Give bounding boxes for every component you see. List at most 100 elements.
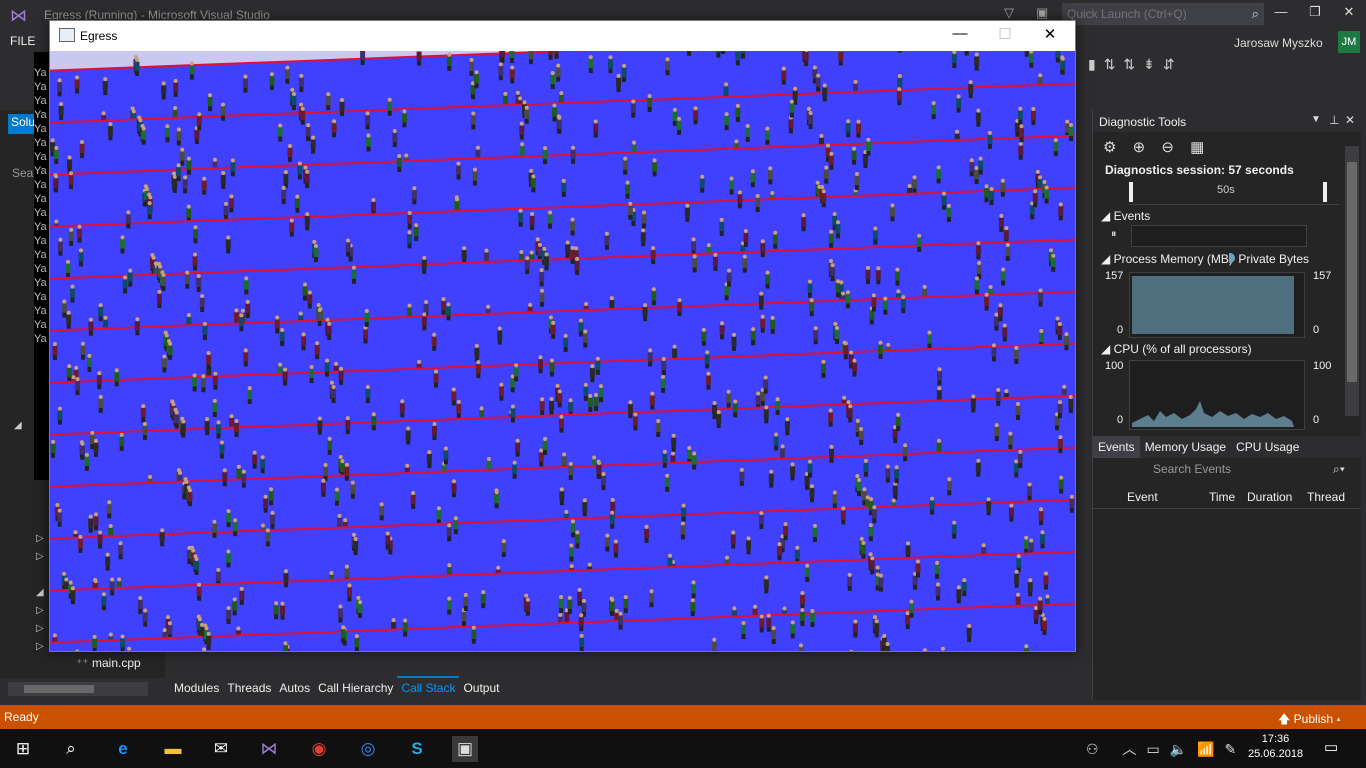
quick-launch-input[interactable]: [1063, 4, 1241, 24]
vs-close-button[interactable]: ✕: [1334, 4, 1364, 24]
debug-toolbar-icons[interactable]: ▮⇅⇅⇟⇵: [1088, 56, 1183, 73]
quick-launch-box[interactable]: ⌕: [1062, 3, 1264, 25]
egress-maximize-button[interactable]: ☐: [985, 25, 1025, 47]
person-figure: [750, 327, 756, 346]
column-event[interactable]: Event: [1127, 490, 1158, 504]
person-figure: [345, 416, 351, 435]
search-events-icon[interactable]: ⌕▾: [1333, 462, 1345, 477]
system-tray-icons[interactable]: ⚇ ︿▭🔈📶✎: [1086, 739, 1246, 759]
search-icon[interactable]: ⌕: [58, 736, 84, 762]
menu-file[interactable]: FILE: [10, 34, 35, 48]
person-figure: [337, 604, 343, 623]
settings-gear-icon[interactable]: ⚙: [1103, 139, 1116, 156]
dropdown-icon[interactable]: ▼: [1311, 114, 1321, 125]
person-figure: [851, 358, 857, 377]
taskbar-clock[interactable]: 17:36 25.06.2018: [1248, 732, 1303, 762]
cpu-section-header[interactable]: ◢ CPU (% of all processors): [1101, 342, 1252, 356]
zoom-in-icon[interactable]: ⊕: [1133, 139, 1146, 156]
explorer-icon[interactable]: ▬: [160, 736, 186, 762]
person-figure: [219, 440, 225, 459]
person-figure: [282, 641, 288, 651]
tree-item-main-cpp[interactable]: ⁺⁺ main.cpp: [76, 656, 141, 670]
person-figure: [53, 146, 59, 165]
cpu-graph[interactable]: [1129, 360, 1305, 430]
person-figure: [470, 111, 476, 130]
publish-label: Publish: [1293, 712, 1334, 726]
vs-maximize-button[interactable]: ❐: [1300, 4, 1330, 24]
zoom-out-icon[interactable]: ⊖: [1161, 139, 1174, 156]
timeline-start-handle[interactable]: [1129, 182, 1133, 202]
vs-minimize-button[interactable]: —: [1266, 4, 1296, 24]
person-figure: [737, 190, 743, 209]
person-figure: [934, 560, 940, 579]
person-figure: [433, 369, 439, 388]
chrome-icon[interactable]: ◉: [306, 736, 332, 762]
person-figure: [936, 165, 942, 184]
pause-icon[interactable]: ⏸: [1111, 228, 1117, 241]
notifications-icon[interactable]: ▭: [1324, 738, 1338, 756]
timeline-end-handle[interactable]: [1323, 182, 1327, 202]
person-figure: [760, 239, 766, 258]
person-figure: [331, 119, 337, 138]
tree-expanders[interactable]: ▷ ▷ ◢ ▷ ▷ ▷: [36, 530, 44, 656]
column-time[interactable]: Time: [1209, 490, 1235, 504]
column-thread[interactable]: Thread: [1307, 490, 1345, 504]
person-figure: [499, 51, 505, 63]
scrollbar-thumb[interactable]: [24, 685, 94, 693]
bottom-tab-autos[interactable]: Autos: [275, 676, 314, 700]
mail-icon[interactable]: ✉: [208, 736, 234, 762]
person-figure: [363, 325, 369, 344]
column-duration[interactable]: Duration: [1247, 490, 1292, 504]
feedback-icon[interactable]: ▣: [1036, 5, 1048, 21]
visual-studio-icon[interactable]: ⋈: [256, 736, 282, 762]
person-figure: [742, 254, 748, 273]
start-icon[interactable]: ⊞: [10, 736, 36, 762]
diag-tab-cpu-usage[interactable]: CPU Usage: [1231, 436, 1304, 458]
bottom-tab-modules[interactable]: Modules: [170, 676, 223, 700]
user-name[interactable]: Jarosaw Myszko: [1234, 36, 1323, 50]
diag-tab-memory-usage[interactable]: Memory Usage: [1140, 436, 1231, 458]
app-window-icon[interactable]: ▣: [452, 736, 478, 762]
messenger-icon[interactable]: ◎: [355, 736, 381, 762]
user-avatar[interactable]: JM: [1338, 31, 1360, 53]
memory-graph[interactable]: [1129, 272, 1305, 338]
person-figure: [730, 530, 736, 549]
reset-zoom-icon[interactable]: ▦: [1190, 139, 1204, 156]
person-figure: [731, 332, 737, 351]
filter-icon[interactable]: ▽: [1004, 5, 1014, 21]
clock-date: 25.06.2018: [1248, 748, 1304, 760]
publish-button[interactable]: 🡅 Publish ▴: [1278, 710, 1341, 731]
bottom-tab-call-stack[interactable]: Call Stack: [397, 676, 460, 700]
diagnostic-scrollbar[interactable]: [1345, 146, 1359, 416]
close-icon[interactable]: ✕: [1345, 113, 1355, 127]
egress-3d-scene[interactable]: [50, 51, 1075, 651]
person-figure: [88, 514, 94, 533]
bottom-tab-output[interactable]: Output: [459, 676, 503, 700]
search-events-input[interactable]: Search Events: [1153, 462, 1329, 480]
person-figure: [847, 572, 853, 591]
bottom-tab-call-hierarchy[interactable]: Call Hierarchy: [314, 676, 397, 700]
person-figure: [582, 329, 588, 348]
events-section-header[interactable]: ◢ Events: [1101, 209, 1150, 223]
events-table-header: Event Time Duration Thread: [1093, 486, 1361, 509]
person-figure: [1005, 242, 1011, 261]
memory-section-header[interactable]: ◢ Process Memory (MB): [1101, 252, 1233, 266]
edge-icon[interactable]: e: [110, 736, 136, 762]
egress-close-button[interactable]: ✕: [1030, 25, 1070, 47]
person-figure: [277, 123, 283, 142]
person-figure: [270, 510, 276, 529]
cpp-file-icon: ⁺⁺: [76, 656, 89, 670]
diag-tab-events[interactable]: Events: [1093, 436, 1140, 458]
timeline-ruler[interactable]: 50s: [1129, 180, 1339, 205]
diagnostic-scrollbar-thumb[interactable]: [1347, 162, 1357, 382]
bottom-tab-threads[interactable]: Threads: [223, 676, 275, 700]
person-figure: [840, 506, 846, 525]
pin-icon[interactable]: ⊥: [1329, 113, 1339, 127]
egress-minimize-button[interactable]: —: [940, 25, 980, 47]
person-figure: [680, 521, 686, 540]
horizontal-scrollbar[interactable]: [8, 682, 148, 696]
person-figure: [671, 433, 677, 452]
collapse-arrow-icon[interactable]: ◢: [14, 420, 22, 431]
skype-icon[interactable]: S: [404, 736, 430, 762]
person-figure: [196, 582, 202, 601]
